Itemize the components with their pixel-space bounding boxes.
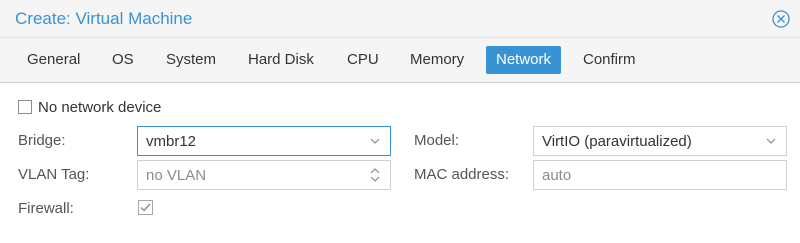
checkbox-box[interactable] <box>18 100 32 114</box>
model-value: VirtIO (paravirtualized) <box>542 133 692 150</box>
chevron-down-icon[interactable] <box>368 134 382 148</box>
mac-address-placeholder: auto <box>542 167 572 184</box>
tab-hard-disk[interactable]: Hard Disk <box>238 46 324 74</box>
tab-general[interactable]: General <box>17 46 90 74</box>
vlan-tag-label: VLAN Tag: <box>18 166 90 183</box>
tab-cpu[interactable]: CPU <box>337 46 389 74</box>
mac-address-label: MAC address: <box>414 166 510 183</box>
close-button[interactable] <box>771 9 791 29</box>
window-header: Create: Virtual Machine <box>0 0 800 38</box>
vlan-tag-field[interactable]: no VLAN <box>137 160 391 190</box>
tab-memory[interactable]: Memory <box>400 46 474 74</box>
firewall-label: Firewall: <box>18 200 74 217</box>
spinner-icon[interactable] <box>368 167 382 183</box>
checkmark-icon <box>138 200 153 215</box>
model-label: Model: <box>414 132 460 149</box>
model-combobox[interactable]: VirtIO (paravirtualized) <box>533 126 787 156</box>
bridge-combobox[interactable]: vmbr12 <box>137 126 391 156</box>
close-circle-icon <box>772 10 790 28</box>
mac-address-field[interactable]: auto <box>533 160 787 190</box>
tab-network[interactable]: Network <box>486 46 562 74</box>
vlan-tag-placeholder: no VLAN <box>146 167 207 184</box>
tab-system[interactable]: System <box>156 46 226 74</box>
firewall-checkbox[interactable] <box>138 200 153 215</box>
tab-os[interactable]: OS <box>102 46 144 74</box>
no-network-device-label: No network device <box>38 99 162 116</box>
network-panel: No network device Bridge: vmbr12 VLAN Ta… <box>0 83 800 243</box>
tab-confirm[interactable]: Confirm <box>573 46 646 74</box>
bridge-label: Bridge: <box>18 132 66 149</box>
window-title: Create: Virtual Machine <box>15 9 193 28</box>
chevron-down-icon[interactable] <box>764 134 778 148</box>
bridge-value: vmbr12 <box>146 133 197 150</box>
tab-bar: General OS System Hard Disk CPU Memory N… <box>0 38 800 83</box>
